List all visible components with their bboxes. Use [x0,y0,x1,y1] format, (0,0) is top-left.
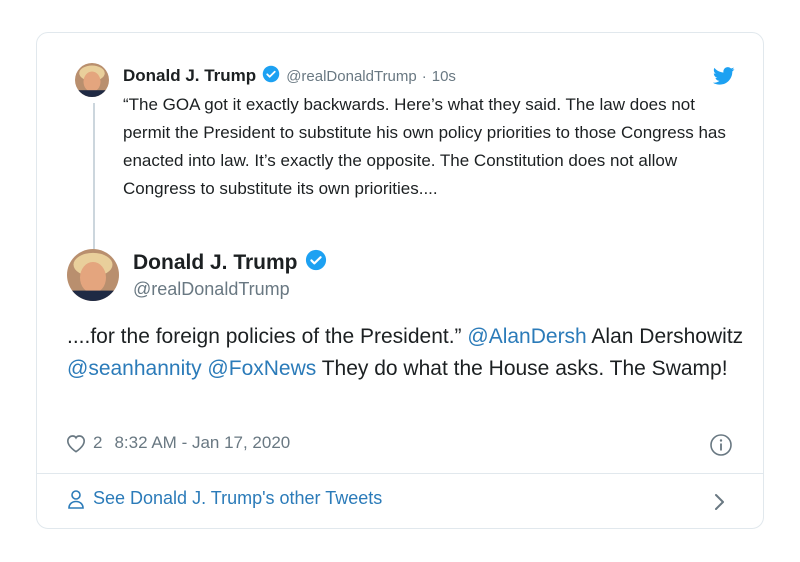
quoted-author-avatar[interactable] [75,63,109,97]
tweet-text-part: They do what the House asks. The Swamp! [316,357,728,380]
person-icon [67,489,85,509]
mention-link[interactable]: @FoxNews [207,357,316,380]
author-avatar[interactable] [67,249,119,301]
mention-link[interactable]: @seanhannity [67,357,202,380]
quoted-tweet-text: “The GOA got it exactly backwards. Here’… [123,95,726,198]
quoted-author-name[interactable]: Donald J. Trump [123,66,256,86]
see-other-tweets-label[interactable]: See Donald J. Trump's other Tweets [93,488,382,509]
quoted-header: Donald J. Trump @realDonaldTrump · 10s [123,63,456,89]
author-handle[interactable]: @realDonaldTrump [133,279,290,300]
twitter-bird-icon[interactable] [712,67,735,90]
tweet-meta-row: 2 8:32 AM - Jan 17, 2020 [65,433,290,453]
quoted-author-handle[interactable]: @realDonaldTrump [286,68,417,85]
see-other-tweets-link[interactable]: See Donald J. Trump's other Tweets [67,488,382,509]
heart-icon[interactable] [65,433,87,453]
tweet-text: ....for the foreign policies of the Pres… [67,321,747,385]
verified-badge-icon [262,65,280,88]
tweet-embed-card: Donald J. Trump @realDonaldTrump · 10s “… [36,32,764,529]
quoted-separator: · [421,67,427,85]
quoted-time[interactable]: 10s [432,68,456,85]
tweet-text-part: ....for the foreign policies of the Pres… [67,325,468,348]
tweet-timestamp[interactable]: 8:32 AM - Jan 17, 2020 [114,433,290,453]
author-name[interactable]: Donald J. Trump [133,251,298,275]
verified-badge-icon [305,249,327,277]
like-count[interactable]: 2 [93,433,102,453]
tweet-text-part: Alan Dershowitz [586,325,744,348]
author-name-row: Donald J. Trump [133,249,327,277]
info-icon[interactable] [709,433,733,462]
footer-divider [37,473,763,474]
mention-link[interactable]: @AlanDersh [467,325,586,348]
chevron-right-icon[interactable] [713,492,727,517]
